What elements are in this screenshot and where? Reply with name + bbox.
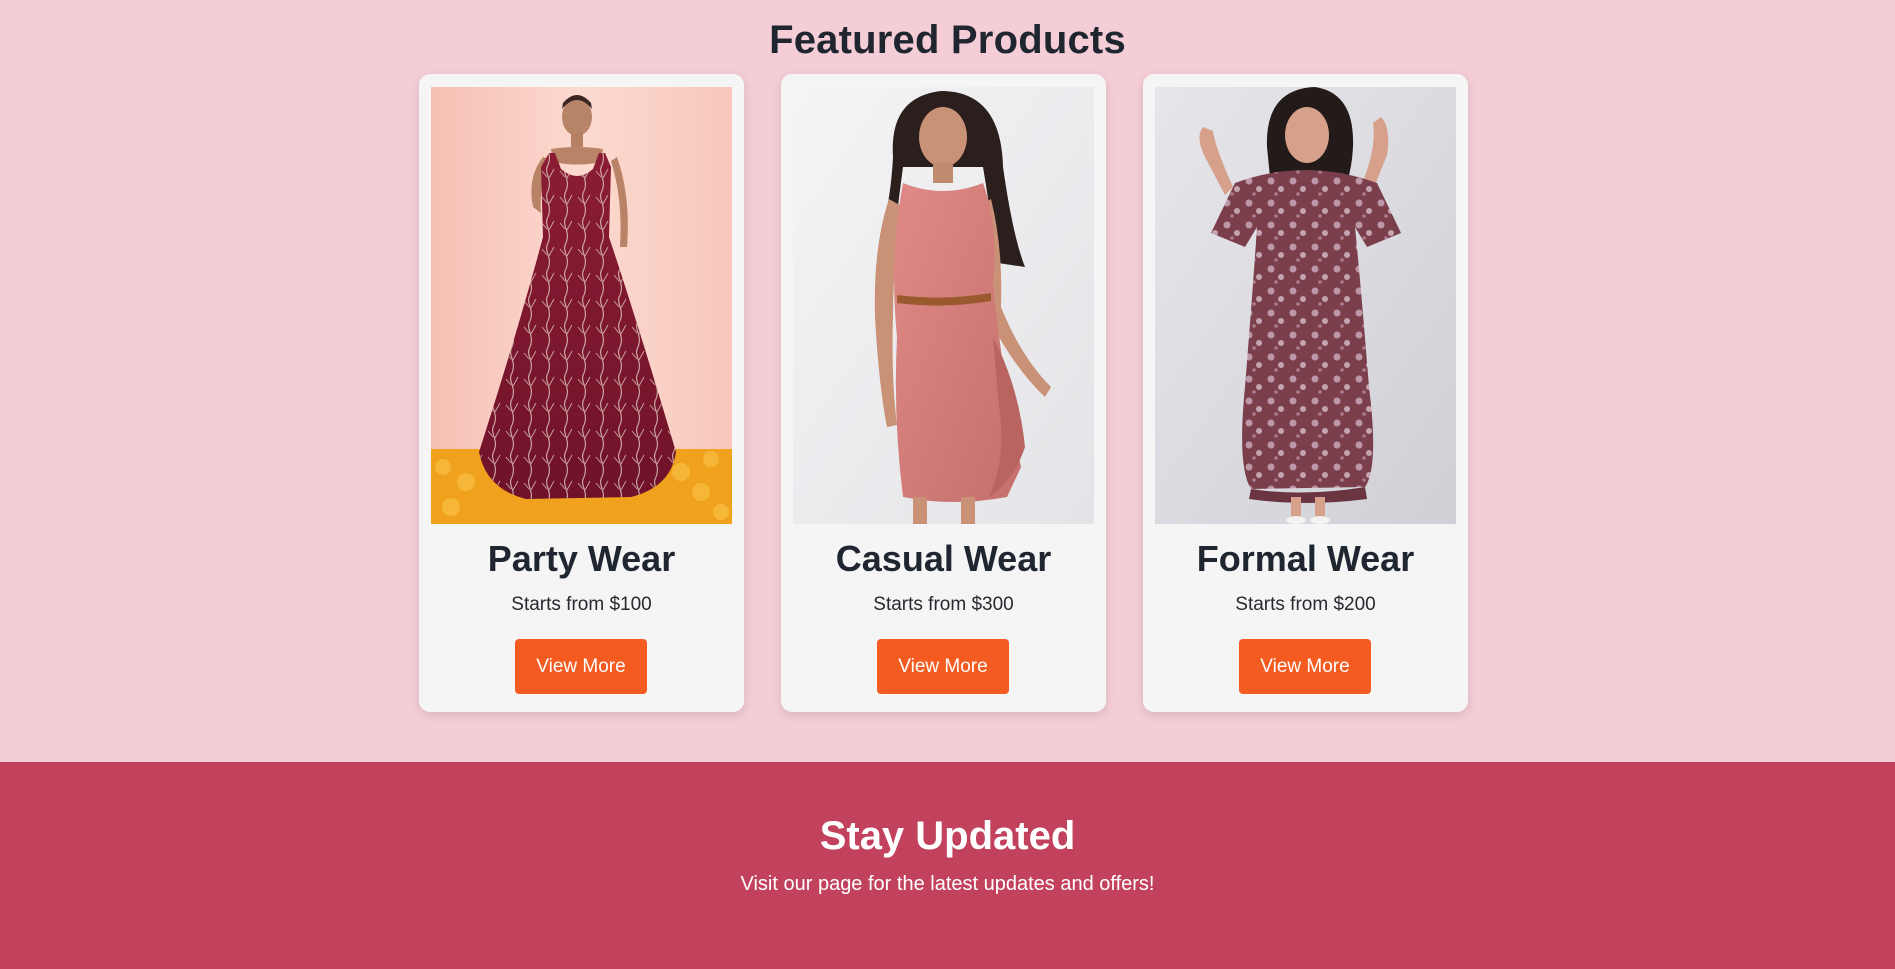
product-title: Casual Wear <box>835 538 1052 579</box>
featured-products-title: Featured Products <box>769 18 1126 62</box>
product-price: Starts from $100 <box>511 594 652 615</box>
product-image-party-wear <box>431 87 732 524</box>
stay-updated-title: Stay Updated <box>819 814 1076 858</box>
stay-updated-section: Stay Updated Visit our page for the late… <box>0 762 1895 969</box>
product-title: Party Wear <box>487 538 676 579</box>
view-more-button[interactable]: View More <box>1239 639 1371 694</box>
product-card-casual-wear: Casual Wear Starts from $300 View More <box>781 74 1106 712</box>
product-image-formal-wear <box>1155 87 1456 524</box>
featured-products-section: Featured Products Party Wear Starts from… <box>0 0 1895 762</box>
product-card-formal-wear: Formal Wear Starts from $200 View More <box>1143 74 1468 712</box>
product-price: Starts from $200 <box>1235 594 1376 615</box>
product-card-party-wear: Party Wear Starts from $100 View More <box>419 74 744 712</box>
view-more-button[interactable]: View More <box>877 639 1009 694</box>
product-image-casual-wear <box>793 87 1094 524</box>
product-price: Starts from $300 <box>873 594 1014 615</box>
product-title: Formal Wear <box>1196 538 1415 579</box>
stay-updated-text: Visit our page for the latest updates an… <box>740 873 1155 895</box>
view-more-button[interactable]: View More <box>515 639 647 694</box>
